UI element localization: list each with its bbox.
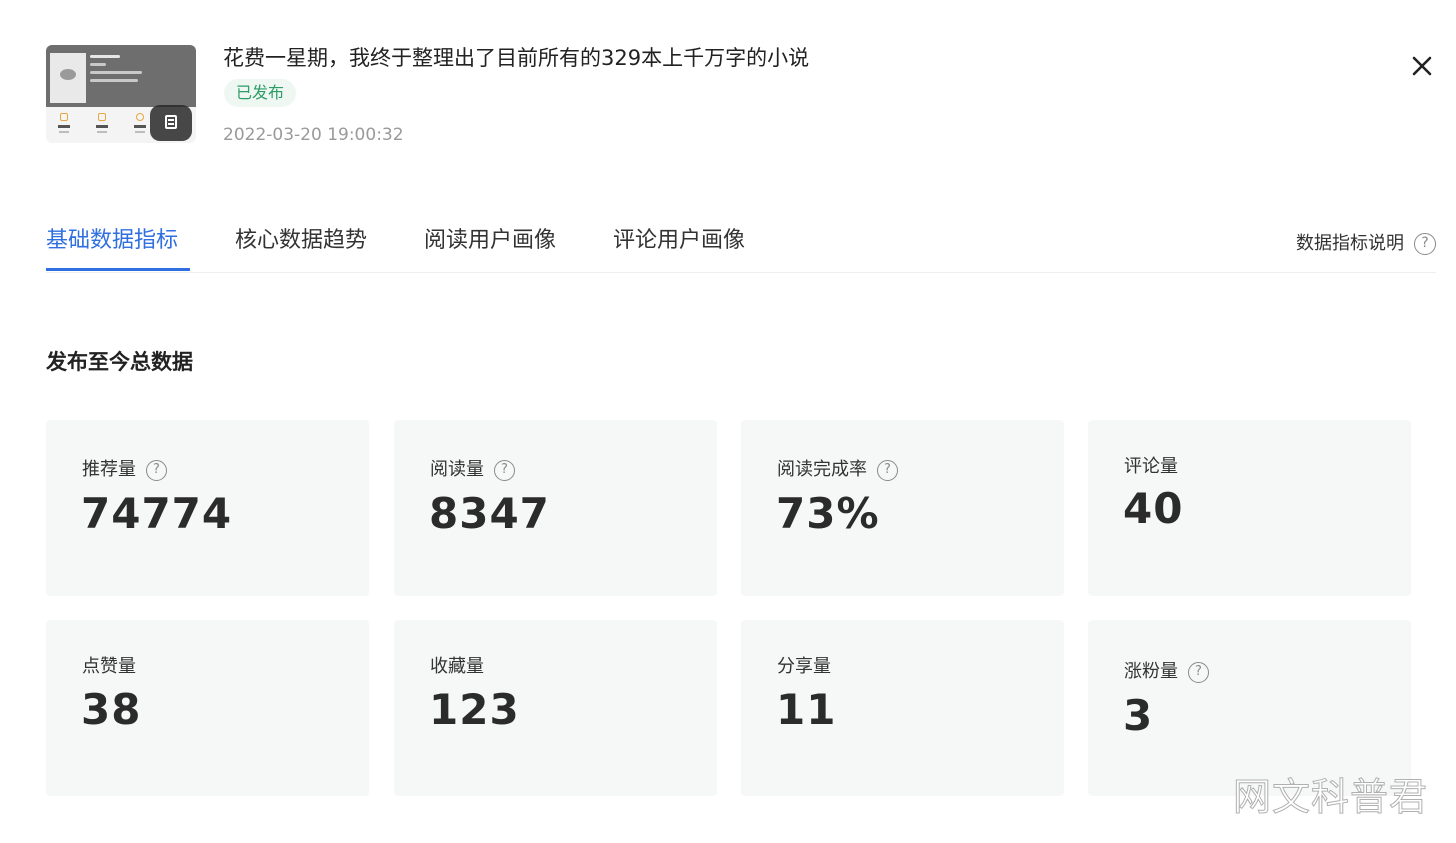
metric-card-recommend: 推荐量 ? 74774 [46, 420, 369, 596]
question-icon[interactable]: ? [494, 459, 515, 481]
tab-basic-metrics[interactable]: 基础数据指标 [46, 222, 178, 260]
question-icon[interactable]: ? [877, 459, 898, 481]
tab-bar: 基础数据指标 核心数据趋势 阅读用户画像 评论用户画像 数据指标说明 ? [46, 222, 1436, 273]
metric-label: 分享量 [777, 656, 831, 677]
question-icon[interactable]: ? [1188, 661, 1209, 683]
question-icon: ? [1414, 233, 1436, 255]
active-tab-indicator [46, 268, 190, 271]
thumbnail-cover [50, 53, 86, 103]
tab-commenter-profile[interactable]: 评论用户画像 [613, 222, 745, 260]
metric-label: 涨粉量 ? [1124, 659, 1209, 685]
metric-label: 阅读量 ? [430, 457, 515, 483]
metric-card-completion-rate: 阅读完成率 ? 73% [741, 420, 1064, 596]
metric-label: 点赞量 [82, 656, 136, 677]
section-title: 发布至今总数据 [46, 350, 193, 374]
metric-value: 11 [776, 685, 837, 734]
metric-label: 推荐量 ? [82, 457, 167, 483]
close-button[interactable] [1408, 52, 1436, 80]
document-icon[interactable] [150, 105, 192, 141]
metric-card-comments: 评论量 40 [1088, 420, 1411, 596]
question-icon[interactable]: ? [146, 459, 167, 481]
metric-label: 评论量 [1124, 456, 1178, 477]
metric-value: 40 [1123, 484, 1184, 533]
status-badge: 已发布 [224, 79, 297, 107]
article-thumbnail[interactable] [46, 45, 196, 143]
metric-card-new-followers: 涨粉量 ? 3 [1088, 620, 1411, 796]
metric-value: 8347 [429, 489, 550, 538]
metric-label: 收藏量 [430, 656, 484, 677]
metric-value: 38 [81, 685, 142, 734]
metric-label: 阅读完成率 ? [777, 457, 898, 483]
metric-help-link[interactable]: 数据指标说明 ? [1296, 230, 1436, 258]
article-title: 花费一星期，我终于整理出了目前所有的329本上千万字的小说 [223, 46, 810, 70]
metric-card-shares: 分享量 11 [741, 620, 1064, 796]
metric-value: 123 [429, 685, 520, 734]
tab-reader-profile[interactable]: 阅读用户画像 [424, 222, 556, 260]
metric-help-label: 数据指标说明 [1296, 233, 1404, 254]
watermark: 网文科普君 [1232, 775, 1429, 820]
metric-value: 3 [1123, 691, 1154, 740]
metric-card-reads: 阅读量 ? 8347 [394, 420, 717, 596]
metric-value: 73% [776, 489, 880, 538]
metric-value: 74774 [81, 489, 233, 538]
tab-core-trends[interactable]: 核心数据趋势 [235, 222, 367, 260]
close-icon [1412, 56, 1432, 76]
metric-card-favorites: 收藏量 123 [394, 620, 717, 796]
metric-card-likes: 点赞量 38 [46, 620, 369, 796]
publish-time: 2022-03-20 19:00:32 [223, 125, 404, 145]
thumbnail-header [46, 45, 196, 107]
